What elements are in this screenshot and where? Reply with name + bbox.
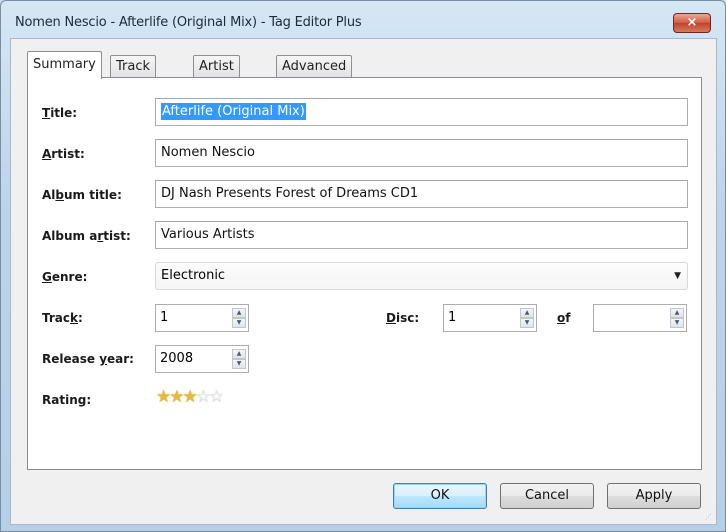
- tab-summary[interactable]: Summary: [27, 51, 102, 79]
- disc-value: 1: [448, 310, 457, 325]
- cancel-button[interactable]: Cancel: [500, 483, 594, 509]
- tab-artist-info[interactable]: Artist Info: [193, 55, 240, 95]
- summary-panel: Title: Afterlife (Original Mix) Artist: …: [27, 77, 702, 470]
- album-title-input[interactable]: DJ Nash Presents Forest of Dreams CD1: [155, 180, 688, 208]
- disc-of-label: of: [557, 311, 571, 325]
- release-year-decrement-button[interactable]: ▼: [232, 359, 246, 369]
- track-increment-button[interactable]: ▲: [232, 308, 246, 318]
- track-value: 1: [160, 310, 169, 325]
- album-title-label: Album title:: [42, 188, 122, 202]
- title-input-value: Afterlife (Original Mix): [161, 103, 306, 120]
- tag-editor-window: Nomen Nescio - Afterlife (Original Mix) …: [0, 0, 726, 532]
- star-empty-icon[interactable]: ☆: [196, 387, 211, 407]
- disc-increment-button[interactable]: ▲: [520, 308, 534, 318]
- album-artist-input[interactable]: Various Artists: [155, 221, 688, 249]
- album-artist-label: Album artist:: [42, 229, 131, 243]
- release-year-stepper[interactable]: 2008 ▲ ▼: [155, 345, 249, 373]
- track-decrement-button[interactable]: ▼: [232, 318, 246, 328]
- title-label: Title:: [42, 106, 78, 120]
- genre-label: Genre:: [42, 270, 88, 284]
- artist-input[interactable]: Nomen Nescio: [155, 139, 688, 167]
- resize-grip-icon[interactable]: ⋰: [705, 513, 713, 521]
- star-filled-icon[interactable]: ★: [169, 387, 184, 407]
- rating-label: Rating:: [42, 393, 92, 407]
- release-year-value: 2008: [160, 351, 194, 366]
- release-year-label: Release year:: [42, 352, 134, 366]
- dialog-client-area: Summary Track Info Artist Info Advanced …: [10, 38, 717, 525]
- window-title: Nomen Nescio - Afterlife (Original Mix) …: [15, 15, 362, 30]
- disc-stepper[interactable]: 1 ▲ ▼: [443, 304, 537, 332]
- star-filled-icon[interactable]: ★: [156, 387, 171, 407]
- track-stepper[interactable]: 1 ▲ ▼: [155, 304, 249, 332]
- disc-decrement-button[interactable]: ▼: [520, 318, 534, 328]
- star-empty-icon[interactable]: ☆: [209, 387, 224, 407]
- tab-advanced[interactable]: Advanced: [276, 55, 353, 77]
- chevron-down-icon: ▼: [674, 271, 681, 281]
- ok-button[interactable]: OK: [393, 483, 487, 509]
- disc-label: Disc:: [386, 311, 420, 325]
- apply-button[interactable]: Apply: [607, 483, 701, 509]
- tab-track-info[interactable]: Track Info: [110, 55, 157, 95]
- disc-total-increment-button[interactable]: ▲: [670, 308, 684, 318]
- genre-value: Electronic: [161, 268, 226, 283]
- close-button[interactable]: ×: [673, 13, 711, 33]
- track-label: Track:: [42, 311, 83, 325]
- genre-dropdown[interactable]: Electronic ▼: [155, 262, 688, 290]
- rating-stars[interactable]: ★★★☆☆: [156, 387, 224, 407]
- close-icon: ×: [686, 15, 698, 30]
- artist-label: Artist:: [42, 147, 85, 161]
- release-year-increment-button[interactable]: ▲: [232, 349, 246, 359]
- disc-total-decrement-button[interactable]: ▼: [670, 318, 684, 328]
- title-input[interactable]: Afterlife (Original Mix): [155, 98, 688, 126]
- disc-total-stepper[interactable]: ▲ ▼: [593, 304, 687, 332]
- star-filled-icon[interactable]: ★: [183, 387, 198, 407]
